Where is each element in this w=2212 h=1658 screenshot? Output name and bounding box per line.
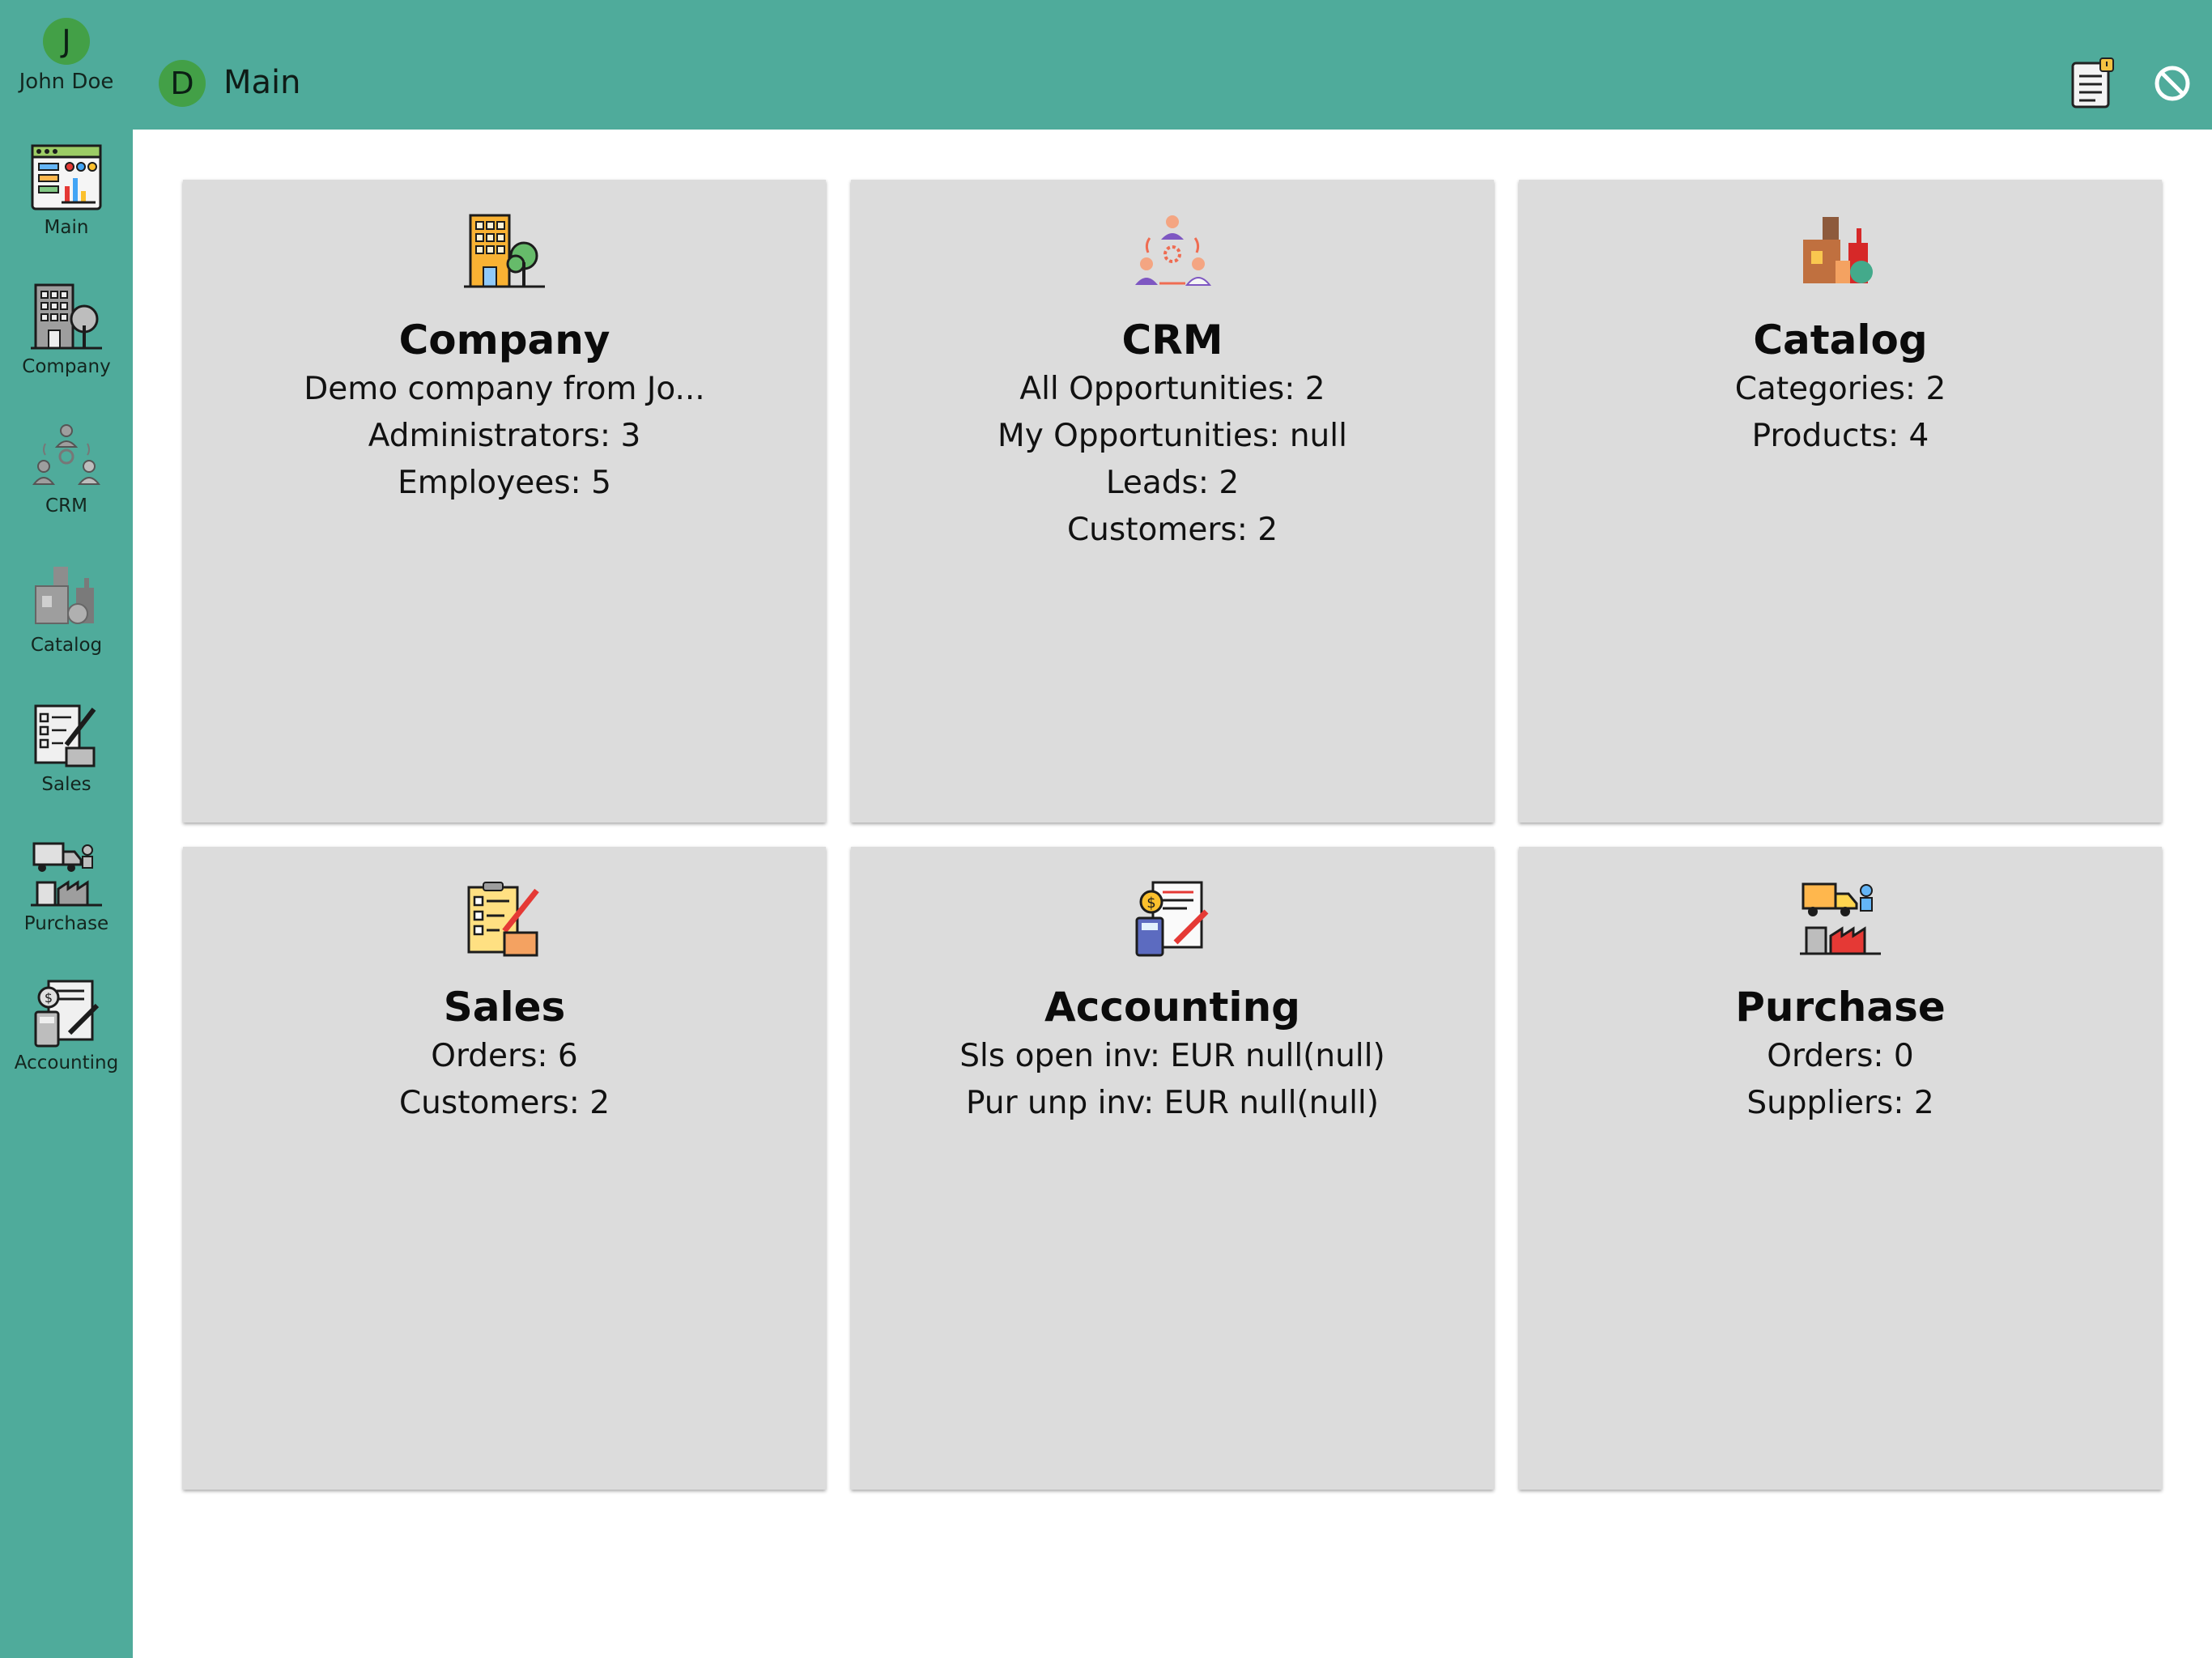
sidebar-item-label: Sales bbox=[41, 774, 91, 795]
sidebar-item-sales[interactable]: Sales bbox=[0, 698, 133, 819]
user-menu[interactable]: J John Doe bbox=[0, 18, 133, 94]
top-bar: J John Doe D Main bbox=[0, 0, 2212, 130]
sidebar-item-label: Catalog bbox=[30, 635, 103, 656]
dashboard-card-company[interactable]: Company Demo company from Jo... Administ… bbox=[183, 180, 826, 823]
card-line: Suppliers: 2 bbox=[1746, 1085, 1934, 1121]
svg-text:$: $ bbox=[45, 990, 53, 1005]
card-title: Catalog bbox=[1753, 317, 1928, 363]
card-line: Orders: 0 bbox=[1767, 1038, 1914, 1074]
card-line: Sls open inv: EUR null(null) bbox=[959, 1038, 1385, 1074]
card-line: Employees: 5 bbox=[398, 465, 611, 501]
dashboard-card-sales[interactable]: Sales Orders: 6 Customers: 2 bbox=[183, 847, 826, 1490]
sidebar-item-label: Accounting bbox=[14, 1052, 119, 1073]
user-name: John Doe bbox=[19, 70, 114, 94]
products-icon bbox=[35, 567, 94, 624]
card-line: Administrators: 3 bbox=[368, 418, 641, 454]
card-title: Company bbox=[398, 317, 610, 363]
page-title: Main bbox=[223, 64, 301, 101]
svg-text:$: $ bbox=[1146, 895, 1155, 912]
truck-icon bbox=[1800, 882, 1881, 955]
invoice-icon: $ bbox=[34, 980, 100, 1048]
card-line: Pur unp inv: EUR null(null) bbox=[966, 1085, 1379, 1121]
sidebar-item-accounting[interactable]: $ Accounting bbox=[0, 976, 133, 1098]
card-line: Leads: 2 bbox=[1105, 465, 1240, 501]
dashboard-card-catalog[interactable]: Catalog Categories: 2 Products: 4 bbox=[1519, 180, 2162, 823]
checklist-icon bbox=[467, 882, 539, 957]
sidebar-item-label: Company bbox=[22, 356, 111, 377]
sidebar-item-catalog[interactable]: Catalog bbox=[0, 559, 133, 680]
card-title: Accounting bbox=[1044, 984, 1300, 1031]
products-icon bbox=[1803, 217, 1873, 283]
building-icon bbox=[31, 283, 102, 350]
sidebar-item-label: CRM bbox=[45, 495, 87, 517]
notepad-icon[interactable] bbox=[2068, 57, 2116, 110]
sidebar-item-company[interactable]: Company bbox=[0, 280, 133, 402]
sidebar: Main Company CRM Catalog Sales Purchase … bbox=[0, 130, 133, 1658]
sidebar-item-label: Purchase bbox=[23, 913, 109, 934]
app: J John Doe D Main Main Company CRM Catal… bbox=[0, 0, 2212, 1658]
card-line: Demo company from Jo... bbox=[304, 371, 705, 407]
card-title: CRM bbox=[1121, 317, 1223, 363]
dashboard-card-accounting[interactable]: $ Accounting Sls open inv: EUR null(null… bbox=[851, 847, 1494, 1490]
user-avatar[interactable]: J bbox=[43, 18, 90, 65]
checklist-icon bbox=[34, 704, 96, 767]
truck-icon bbox=[31, 842, 102, 907]
card-line: My Opportunities: null bbox=[998, 418, 1347, 454]
dashboard-card-purchase[interactable]: Purchase Orders: 0 Suppliers: 2 bbox=[1519, 847, 2162, 1490]
sidebar-item-purchase[interactable]: Purchase bbox=[0, 837, 133, 959]
sidebar-item-main[interactable]: Main bbox=[0, 141, 133, 262]
sidebar-item-label: Main bbox=[44, 217, 89, 238]
dashboard-icon bbox=[31, 144, 102, 210]
invoice-icon: $ bbox=[1135, 881, 1209, 957]
card-title: Sales bbox=[443, 984, 566, 1031]
card-line: Customers: 2 bbox=[1066, 512, 1278, 548]
sidebar-item-crm[interactable]: CRM bbox=[0, 419, 133, 541]
card-title: Purchase bbox=[1735, 984, 1946, 1031]
building-icon bbox=[464, 214, 545, 288]
people-network-icon bbox=[1135, 215, 1212, 286]
card-line: Orders: 6 bbox=[431, 1038, 578, 1074]
card-line: Categories: 2 bbox=[1734, 371, 1946, 407]
card-line: All Opportunities: 2 bbox=[1019, 371, 1325, 407]
card-line: Customers: 2 bbox=[398, 1085, 610, 1121]
people-network-icon bbox=[32, 424, 101, 485]
card-line: Products: 4 bbox=[1751, 418, 1929, 454]
block-icon[interactable] bbox=[2152, 63, 2193, 104]
company-avatar[interactable]: D bbox=[159, 60, 206, 107]
dashboard-card-crm[interactable]: CRM All Opportunities: 2 My Opportunitie… bbox=[851, 180, 1494, 823]
